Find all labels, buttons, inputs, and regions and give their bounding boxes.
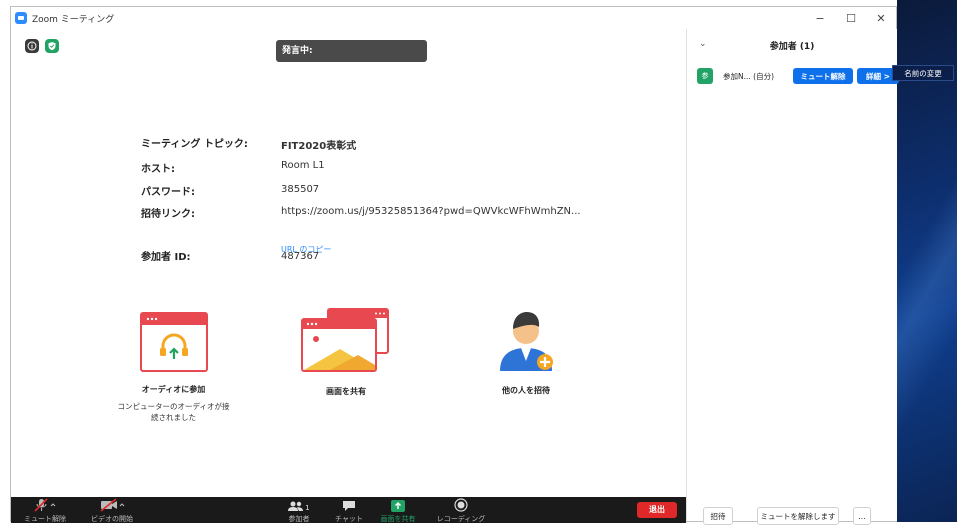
person-add-icon xyxy=(500,312,553,371)
participants-label: 参加者 xyxy=(288,515,310,523)
participant-row[interactable]: 参 参加N... (自分) ミュート解除 詳細 > xyxy=(697,67,899,85)
share-arrow-icon xyxy=(373,497,423,512)
invite-others-label: 他の人を招待 xyxy=(502,386,550,395)
chat-button[interactable]: チャット xyxy=(329,497,369,523)
share-screen-icon xyxy=(301,308,389,372)
speaking-indicator: 発言中: xyxy=(276,40,427,62)
participants-panel-title: 参加者 (1) xyxy=(769,42,815,52)
meeting-main-area: 発言中: ミーティング トピック: FIT2020表彰式 ホスト: Room L… xyxy=(11,29,686,497)
minimize-button[interactable]: − xyxy=(805,7,835,29)
share-screen-toolbar-button[interactable]: 画面を共有 xyxy=(373,497,423,523)
share-screen-button[interactable]: 画面を共有 xyxy=(291,307,401,397)
invite-link-value: https://zoom.us/j/95325851364?pwd=QWVkcW… xyxy=(281,206,581,217)
chat-label: チャット xyxy=(335,515,363,523)
join-audio-button[interactable]: オーディオに参加 コンピューターのオーディオが接 続されました xyxy=(111,311,236,423)
leave-button[interactable]: 退出 xyxy=(637,502,677,518)
zoom-window: Zoom ミーティング − ☐ ✕ 発言中: ミーティング トピック: FIT2… xyxy=(10,6,899,525)
chat-icon xyxy=(329,497,369,512)
invite-footer-button[interactable]: 招待 xyxy=(703,507,733,525)
participants-panel: ⌄ 参加者 (1) 参 参加N... (自分) ミュート解除 詳細 > 招待 ミ… xyxy=(686,29,899,525)
unmute-button[interactable]: ミュート解除 xyxy=(21,497,69,523)
start-video-label: ビデオの開始 xyxy=(91,515,133,523)
unmute-label: ミュート解除 xyxy=(24,515,66,523)
window-title: Zoom ミーティング xyxy=(32,14,115,25)
muted-mic-icon xyxy=(21,497,69,512)
audio-status-line2: 続されました xyxy=(151,413,196,422)
record-icon xyxy=(431,497,491,512)
topic-label: ミーティング トピック: xyxy=(141,139,248,150)
meeting-toolbar: ミュート解除 ビデオの開始 1 参加者 チャット 画面を共有 レコーディング 退… xyxy=(11,497,686,523)
share-screen-label: 画面を共有 xyxy=(326,387,366,396)
share-screen-toolbar-label: 画面を共有 xyxy=(380,515,416,523)
record-button[interactable]: レコーディング xyxy=(431,497,491,523)
join-audio-label: オーディオに参加 xyxy=(141,385,206,394)
participants-count: 1 xyxy=(305,504,310,512)
headphones-icon xyxy=(139,312,208,372)
host-value: Room L1 xyxy=(281,160,325,171)
invite-others-button[interactable]: 他の人を招待 xyxy=(481,305,571,396)
maximize-button[interactable]: ☐ xyxy=(836,7,866,29)
audio-status-line1: コンピューターのオーディオが接 xyxy=(117,402,230,411)
title-bar: Zoom ミーティング − ☐ ✕ xyxy=(11,7,896,29)
rename-menu-item[interactable]: 名前の変更 xyxy=(892,65,954,81)
zoom-app-icon xyxy=(15,12,27,24)
close-button[interactable]: ✕ xyxy=(866,7,896,29)
record-label: レコーディング xyxy=(436,515,486,523)
participant-avatar: 参 xyxy=(697,68,713,84)
invite-link-label: 招待リンク: xyxy=(141,209,195,220)
start-video-button[interactable]: ビデオの開始 xyxy=(85,497,139,523)
topic-value: FIT2020表彰式 xyxy=(281,141,357,152)
security-shield-icon[interactable] xyxy=(45,39,59,53)
participant-id-value: 487367 xyxy=(281,251,320,262)
info-icon[interactable] xyxy=(25,39,39,53)
password-value: 385507 xyxy=(281,184,320,195)
password-label: パスワード: xyxy=(141,187,195,198)
participant-unmute-button[interactable]: ミュート解除 xyxy=(793,68,853,84)
panel-more-button[interactable]: ... xyxy=(853,507,871,525)
participants-icon: 1 xyxy=(279,497,319,512)
unmute-all-button[interactable]: ミュートを解除します xyxy=(757,507,839,525)
participant-id-label: 参加者 ID: xyxy=(141,252,191,263)
participant-name: 参加N... (自分) xyxy=(723,72,774,81)
host-label: ホスト: xyxy=(141,164,175,175)
participants-button[interactable]: 1 参加者 xyxy=(279,497,319,523)
video-off-icon xyxy=(85,497,139,512)
